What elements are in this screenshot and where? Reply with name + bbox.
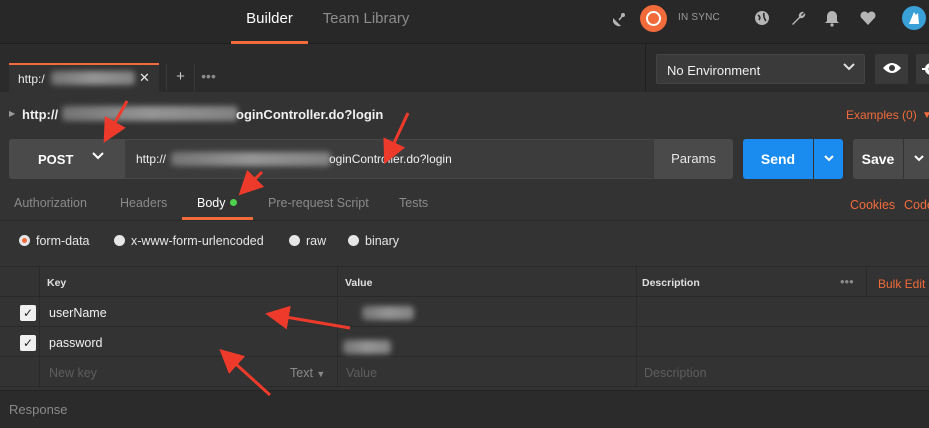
heart-icon[interactable] [858,9,878,29]
tab-headers[interactable]: Headers [120,196,167,210]
body-active-dot [229,199,237,206]
response-panel: Response [0,390,929,428]
params-button[interactable]: Params [653,139,733,179]
redacted-blur [343,340,391,354]
new-description-input[interactable]: Description [644,366,707,380]
row-checkbox[interactable]: ✓ [20,305,36,321]
body-type-radios: form-data x-www-form-urlencoded raw bina… [0,222,929,264]
new-key-input[interactable]: New key [49,366,97,380]
tab-authorization[interactable]: Authorization [14,196,87,210]
form-data-table: Key Value Description ••• Bulk Edit ✓ us… [0,266,929,388]
radio-label: binary [365,234,400,248]
column-description: Description [642,277,700,289]
url-prefix: http:// [136,152,167,166]
close-icon[interactable]: ✕ [139,70,150,86]
tab-body-label: Body [197,196,226,210]
request-title-suffix: oginController.do?login [236,107,384,122]
more-tabs-button[interactable]: ••• [194,64,222,91]
add-tab-button[interactable]: + [166,64,194,91]
more-options-icon[interactable]: ••• [840,274,854,289]
avatar-icon[interactable] [902,6,926,30]
radio-raw[interactable]: raw [289,234,326,248]
table-row: ✓ password [0,327,929,357]
environment-bar: No Environment [645,44,929,92]
tab-team-library[interactable]: Team Library [318,0,414,44]
sync-icon[interactable] [640,5,667,32]
redacted-blur [362,306,414,320]
row-key[interactable]: password [49,336,103,350]
column-key: Key [47,277,67,289]
radio-x-www-form-urlencoded[interactable]: x-www-form-urlencoded [114,234,264,248]
tab-pre-request-script[interactable]: Pre-request Script [268,196,369,210]
redacted-blur [171,152,331,166]
send-button[interactable]: Send [743,139,813,179]
environment-select[interactable]: No Environment [656,54,865,84]
radio-form-data[interactable]: form-data [19,234,90,248]
response-label: Response [9,402,68,417]
type-label: Text [290,366,313,380]
url-suffix: oginController.do?login [329,152,452,166]
request-tab-bar: http:/ ✕ + ••• [0,44,645,92]
table-new-row: New key Text ▼ Value Description [0,357,929,387]
active-tab-indicator [182,217,253,220]
caret-down-icon: ▼ [316,369,326,379]
redacted-blur [51,71,135,85]
radio-unselected-icon [348,235,359,246]
table-header: Key Value Description ••• Bulk Edit [0,266,929,297]
top-bar: Builder Team Library IN SYNC [0,0,929,44]
eye-icon[interactable] [875,54,908,84]
code-link[interactable]: Code [904,198,929,212]
url-input[interactable]: http:// oginController.do?login [125,139,653,179]
tab-builder[interactable]: Builder [231,0,308,44]
radio-binary[interactable]: binary [348,234,399,248]
method-label: POST [38,152,74,167]
save-button[interactable]: Save [853,139,903,179]
row-key[interactable]: userName [49,306,107,320]
send-dropdown-button[interactable] [814,139,843,179]
examples-caret-icon[interactable]: ▼ [922,110,929,121]
cookies-link[interactable]: Cookies [850,198,895,212]
column-divider [337,266,338,388]
column-divider [636,266,637,388]
radio-selected-icon [19,235,30,246]
type-select[interactable]: Text ▼ [290,366,325,380]
request-tab-label: http:/ [18,72,45,86]
gear-icon[interactable] [916,54,929,84]
sync-status: IN SYNC [678,12,720,23]
satellite-icon[interactable] [610,9,630,29]
table-row: ✓ userName [0,297,929,327]
method-select[interactable]: POST [9,139,125,179]
request-subtabs: Authorization Headers Body Pre-request S… [0,187,929,221]
column-divider [866,266,867,297]
new-value-input[interactable]: Value [346,366,377,380]
request-tab[interactable]: http:/ ✕ [9,63,159,92]
column-value: Value [345,277,373,289]
chevron-down-icon [91,149,105,167]
radio-label: raw [306,234,327,248]
expand-triangle-icon[interactable]: ▶ [9,109,15,118]
radio-unselected-icon [289,235,300,246]
request-title-prefix: http:// [22,107,59,122]
bell-icon[interactable] [822,9,842,29]
chevron-down-icon [842,60,856,77]
radio-label: form-data [36,234,90,248]
radio-unselected-icon [114,235,125,246]
wrench-icon[interactable] [788,9,808,29]
column-divider [39,266,40,388]
tab-body[interactable]: Body [197,196,237,210]
bulk-edit-link[interactable]: Bulk Edit [878,277,925,291]
save-dropdown-button[interactable] [904,139,929,179]
tab-tests[interactable]: Tests [399,196,428,210]
globe-icon[interactable] [752,9,772,29]
radio-label: x-www-form-urlencoded [131,234,264,248]
request-title-row: ▶ http:// oginController.do?login Exampl… [0,92,929,132]
environment-label: No Environment [667,63,761,78]
redacted-blur [62,106,238,121]
row-checkbox[interactable]: ✓ [20,335,36,351]
examples-dropdown[interactable]: Examples (0) [846,108,917,122]
